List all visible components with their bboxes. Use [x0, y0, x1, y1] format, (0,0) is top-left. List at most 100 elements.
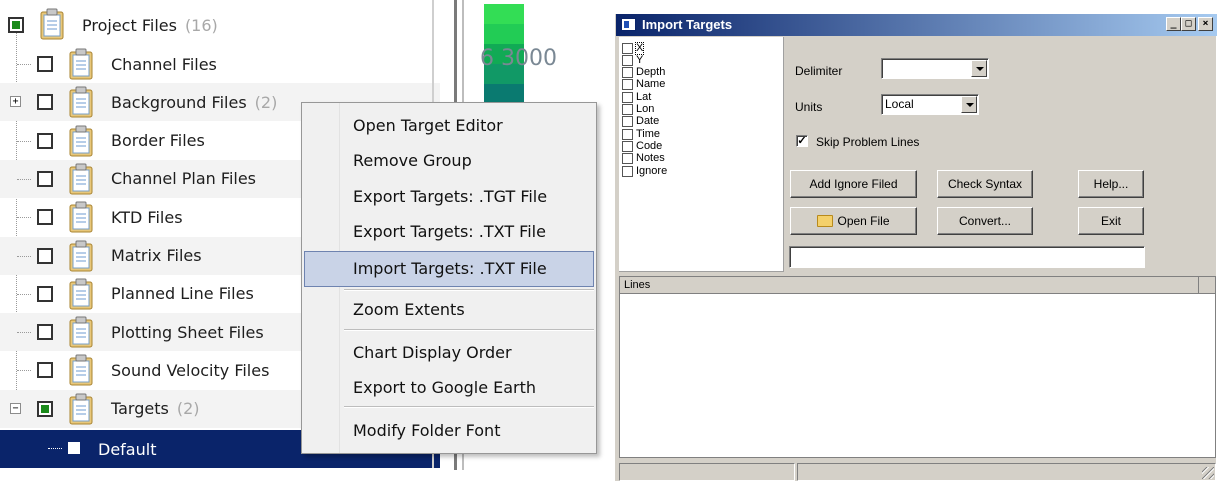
tree-item-checkbox[interactable] — [37, 132, 53, 149]
menu-item[interactable]: Import Targets: .TXT File — [304, 251, 594, 287]
scale-color-band — [484, 24, 524, 44]
field-checkbox[interactable] — [622, 54, 633, 66]
tree-item-checkbox[interactable] — [37, 94, 53, 111]
field-checkbox[interactable] — [622, 165, 633, 177]
tree-item-default-label: Default — [98, 439, 157, 459]
resize-grip-icon[interactable] — [1202, 467, 1214, 479]
clipboard-folder-icon — [69, 48, 93, 80]
field-label: Date — [636, 115, 660, 128]
field-checkbox[interactable] — [622, 91, 633, 103]
field-checkbox[interactable] — [622, 116, 633, 128]
dialog-title: Import Targets — [642, 17, 733, 32]
field-checkbox-item[interactable]: Lon — [622, 104, 654, 116]
field-checkbox-item[interactable]: Y — [622, 54, 643, 66]
help-button[interactable]: Help... — [1078, 170, 1144, 198]
tree-connector — [17, 140, 31, 142]
tree-item-label: Planned Line Files — [111, 284, 254, 304]
menu-item[interactable]: Modify Folder Font — [304, 413, 594, 449]
clipboard-folder-icon — [69, 240, 93, 271]
field-label: Ignore — [636, 164, 668, 177]
field-checkbox[interactable] — [622, 104, 633, 115]
field-checkbox-item[interactable]: Notes — [622, 153, 665, 165]
tree-item-checkbox[interactable] — [37, 400, 53, 417]
tree-connector — [17, 217, 31, 219]
skip-problem-lines-checkbox[interactable]: ✓ — [796, 135, 808, 147]
field-checkbox[interactable] — [622, 42, 633, 54]
menu-item[interactable]: Export Targets: .TGT File — [304, 179, 594, 215]
tree-item-checkbox[interactable] — [37, 362, 53, 379]
field-label: Y — [636, 53, 644, 66]
tree-item-checkbox[interactable] — [37, 56, 53, 72]
chevron-down-icon[interactable] — [961, 96, 977, 113]
tree-item-label: Sound Velocity Files — [111, 360, 270, 380]
field-checkbox-item[interactable]: X — [622, 41, 645, 55]
open-file-label: Open File — [837, 214, 890, 228]
maximize-button[interactable]: □ — [1181, 17, 1196, 31]
tree-item-checkbox[interactable] — [37, 285, 53, 302]
open-file-button[interactable]: Open File — [790, 207, 917, 235]
expand-icon[interactable]: + — [10, 96, 21, 108]
tree-root-project-files[interactable]: Project Files (16) — [0, 6, 440, 44]
field-checkbox[interactable] — [622, 79, 633, 91]
lines-list[interactable]: Lines — [619, 276, 1216, 458]
delimiter-select[interactable] — [881, 58, 989, 79]
file-path-input[interactable] — [789, 246, 1145, 268]
tree-item-label: Background Files (2) — [111, 92, 278, 112]
add-ignore-field-button[interactable]: Add Ignore Filed — [790, 170, 917, 198]
clipboard-folder-icon — [69, 163, 93, 195]
default-checkbox[interactable] — [68, 442, 80, 454]
lines-column-header[interactable]: Lines — [620, 277, 1215, 294]
menu-separator — [344, 406, 594, 408]
map-scale-label: 6 3000 — [480, 46, 557, 71]
menu-item[interactable]: Zoom Extents — [304, 292, 594, 328]
status-bar — [619, 461, 1216, 481]
tree-connector — [17, 64, 31, 65]
field-checkbox-item[interactable]: Depth — [622, 67, 665, 79]
tree-item-checkbox[interactable] — [37, 324, 53, 341]
tree-connector — [17, 255, 31, 257]
exit-button[interactable]: Exit — [1078, 207, 1144, 235]
tree-item-checkbox[interactable] — [37, 247, 53, 264]
menu-item[interactable]: Remove Group — [304, 143, 594, 179]
field-checkbox-item[interactable]: Code — [622, 140, 662, 152]
clipboard-folder-icon — [69, 278, 93, 310]
dialog-titlebar[interactable]: Import Targets _ □ × — [616, 14, 1217, 36]
field-checkbox[interactable] — [622, 67, 633, 79]
tree-item-checkbox[interactable] — [37, 209, 53, 226]
collapse-icon[interactable]: − — [10, 402, 21, 414]
minimize-button[interactable]: _ — [1166, 17, 1181, 31]
clipboard-folder-icon — [40, 8, 64, 40]
root-checkbox[interactable] — [8, 17, 24, 33]
column-divider — [1198, 277, 1199, 293]
units-value: Local — [885, 97, 914, 111]
field-checkbox[interactable] — [622, 153, 633, 165]
clipboard-folder-icon — [69, 201, 93, 233]
scale-color-band — [484, 84, 524, 104]
field-checklist: X Y Depth Name Lat Lon Date Time Code Notes Ignore — [619, 37, 784, 272]
field-checkbox-item[interactable]: Lat — [622, 91, 651, 103]
menu-item[interactable]: Export Targets: .TXT File — [304, 214, 594, 250]
scale-color-band — [484, 4, 524, 24]
field-checkbox-item[interactable]: Time — [622, 128, 660, 140]
field-checkbox[interactable] — [622, 140, 633, 152]
tree-item-label: KTD Files — [111, 207, 183, 227]
field-checkbox-item[interactable]: Ignore — [622, 165, 667, 177]
tree-root-label: Project Files (16) — [82, 15, 218, 35]
tree-item[interactable]: Channel Files — [0, 45, 440, 83]
field-checkbox[interactable] — [622, 128, 633, 140]
status-cell-1 — [619, 463, 795, 481]
status-cell-2 — [797, 463, 1216, 481]
menu-item[interactable]: Open Target Editor — [304, 108, 594, 144]
units-select[interactable]: Local — [881, 94, 979, 115]
field-checkbox-item[interactable]: Date — [622, 116, 659, 128]
chevron-down-icon[interactable] — [971, 60, 987, 77]
clipboard-folder-icon — [69, 86, 93, 118]
menu-item[interactable]: Chart Display Order — [304, 335, 594, 371]
check-syntax-button[interactable]: Check Syntax — [937, 170, 1033, 198]
menu-separator — [344, 289, 594, 291]
close-button[interactable]: × — [1198, 17, 1213, 31]
convert-button[interactable]: Convert... — [937, 207, 1033, 235]
field-checkbox-item[interactable]: Name — [622, 79, 665, 91]
menu-item[interactable]: Export to Google Earth — [304, 370, 594, 406]
tree-item-checkbox[interactable] — [37, 170, 53, 187]
